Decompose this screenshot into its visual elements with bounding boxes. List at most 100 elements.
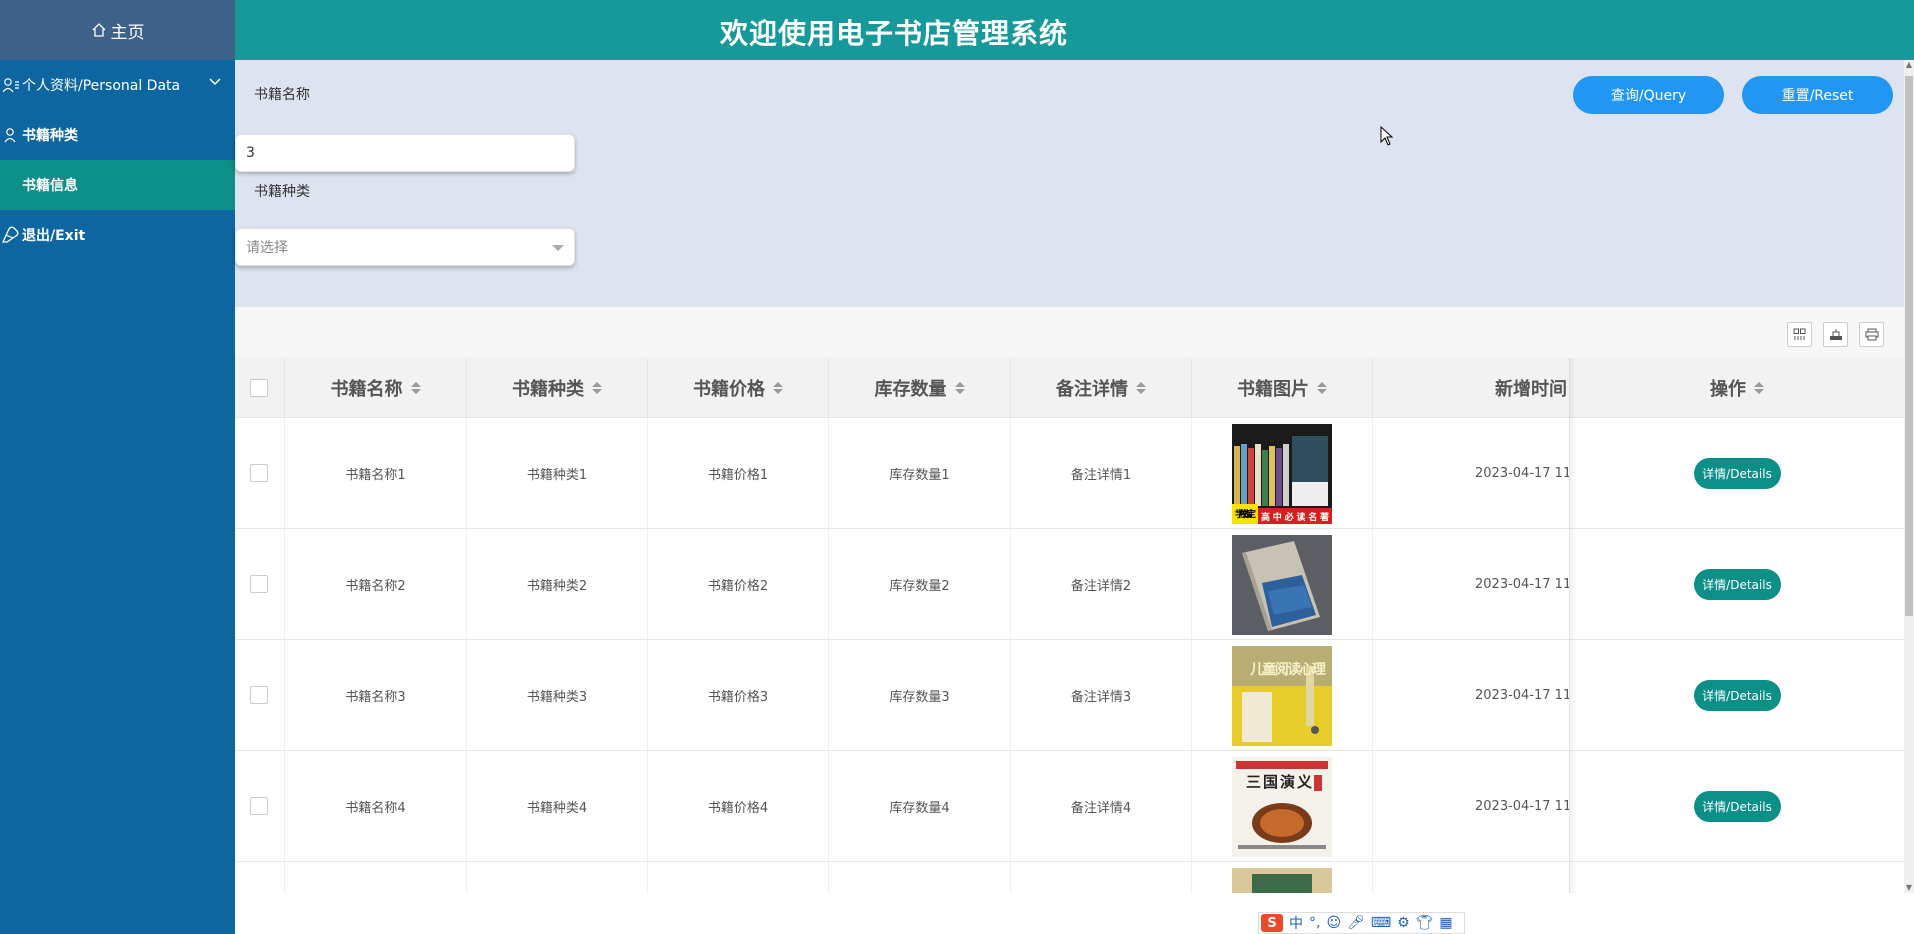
cell-type: 书籍种类4: [466, 751, 647, 862]
reset-button[interactable]: 重置/Reset: [1742, 76, 1893, 114]
ime-language[interactable]: 中: [1289, 913, 1303, 933]
column-header-name[interactable]: 书籍名称: [284, 358, 466, 418]
sidebar-item-personal-data[interactable]: 个人资料/Personal Data: [0, 60, 235, 110]
cell-time: 2023-04-17 11:3: [1372, 751, 1569, 862]
cell-image: 学校指定 高中必读名著: [1191, 418, 1372, 529]
cell-note: 备注详情3: [1010, 640, 1191, 751]
cell-image: 三国演义: [1191, 751, 1372, 862]
microphone-icon[interactable]: 🎤︎: [1347, 915, 1365, 931]
cell-note: 备注详情2: [1010, 529, 1191, 640]
sidebar-item-book-info[interactable]: 书籍信息: [0, 160, 235, 210]
user-icon: [0, 127, 22, 143]
sort-icon[interactable]: [773, 382, 783, 394]
cell-action: 详情/Details: [1569, 418, 1904, 529]
grid-menu-icon[interactable]: ▦: [1439, 915, 1452, 931]
sort-icon[interactable]: [1136, 382, 1146, 394]
table-row: 书籍名称1 书籍种类1 书籍价格1 库存数量1 备注详情1 学校指定 高中必读名…: [235, 418, 1904, 529]
query-button[interactable]: 查询/Query: [1573, 76, 1724, 114]
cell-price: 书籍价格4: [647, 751, 828, 862]
column-header-price[interactable]: 书籍价格: [647, 358, 828, 418]
sort-icon[interactable]: [954, 382, 965, 394]
select-all-checkbox[interactable]: [250, 379, 268, 397]
cell-stock: 库存数量2: [828, 529, 1010, 640]
row-checkbox[interactable]: [250, 797, 268, 815]
details-button[interactable]: 详情/Details: [1693, 569, 1781, 600]
scroll-down-icon[interactable]: ▼: [1904, 883, 1914, 893]
sort-icon[interactable]: [1317, 382, 1327, 394]
cell-stock: 库存数量4: [828, 751, 1010, 862]
cell-type: 书籍种类2: [466, 529, 647, 640]
keyboard-icon[interactable]: ⌨: [1371, 915, 1391, 931]
vertical-scrollbar[interactable]: ▲ ▼: [1904, 60, 1914, 893]
chevron-down-icon: [209, 78, 221, 86]
cell-action: 详情/Details: [1569, 529, 1904, 640]
row-checkbox[interactable]: [250, 686, 268, 704]
home-icon: [92, 23, 105, 37]
cell-price: 书籍价格2: [647, 529, 828, 640]
details-button[interactable]: 详情/Details: [1693, 680, 1781, 711]
book-cover-image[interactable]: [1232, 534, 1332, 635]
cell-note: 备注详情1: [1010, 418, 1191, 529]
cell-type: 书籍种类3: [466, 640, 647, 751]
sidebar-item-book-category[interactable]: 书籍种类: [0, 110, 235, 160]
column-header-image[interactable]: 书籍图片: [1191, 358, 1372, 418]
sort-icon[interactable]: [410, 382, 421, 394]
sidebar-item-label: 个人资料/Personal Data: [22, 78, 181, 94]
export-icon[interactable]: [1823, 322, 1848, 347]
book-name-input[interactable]: 3: [235, 134, 575, 172]
book-cover-image[interactable]: [1232, 868, 1332, 893]
table-row: 书籍名称3 书籍种类3 书籍价格3 库存数量3 备注详情3 儿童阅读心理 202…: [235, 640, 1904, 751]
row-checkbox[interactable]: [250, 464, 268, 482]
column-header-stock[interactable]: 库存数量: [828, 358, 1010, 418]
cell-stock: 库存数量1: [828, 418, 1010, 529]
column-header-time[interactable]: 新增时间: [1372, 358, 1569, 418]
details-button[interactable]: 详情/Details: [1693, 458, 1781, 489]
cell-name: 书籍名称3: [284, 640, 466, 751]
book-type-placeholder: 请选择: [246, 240, 288, 256]
sidebar: 主页 个人资料/Personal Data 书籍种类 书籍信息 退出/Exit: [0, 0, 235, 934]
sogou-logo-icon[interactable]: S: [1261, 914, 1283, 932]
book-name-value: 3: [246, 145, 255, 161]
book-cover-image[interactable]: 学校指定 高中必读名著: [1232, 423, 1332, 524]
column-header-note[interactable]: 备注详情: [1010, 358, 1191, 418]
scrollbar-thumb[interactable]: [1905, 76, 1913, 616]
book-cover-image[interactable]: 儿童阅读心理: [1232, 645, 1332, 746]
column-header-type[interactable]: 书籍种类: [466, 358, 647, 418]
ime-punctuation[interactable]: °,: [1309, 915, 1320, 931]
ime-toolbar: S 中 °, ☺ 🎤︎ ⌨ ⚙ 👕︎ ▦: [1258, 912, 1465, 934]
page-title: 欢迎使用电子书店管理系统: [720, 17, 1069, 50]
cell-price: 书籍价格3: [647, 640, 828, 751]
table-header: 书籍名称 书籍种类 书籍价格 库存数量 备注详情 书籍图片 新增时间 操作: [235, 358, 1904, 418]
details-button[interactable]: 详情/Details: [1693, 791, 1781, 822]
cell-name: 书籍名称1: [284, 418, 466, 529]
book-type-label: 书籍种类: [254, 184, 310, 200]
sort-icon[interactable]: [1754, 382, 1764, 394]
cell-time: 2023-04-17 11:3: [1372, 640, 1569, 751]
app-root: 主页 个人资料/Personal Data 书籍种类 书籍信息 退出/Exit …: [0, 0, 1914, 934]
exit-icon: [0, 226, 22, 244]
cell-name: 书籍名称2: [284, 529, 466, 640]
book-type-select[interactable]: 请选择: [235, 228, 575, 266]
book-name-label: 书籍名称: [254, 87, 310, 103]
cell-image: [1191, 862, 1372, 893]
svg-text:学校指定: 学校指定: [1235, 508, 1257, 520]
home-link[interactable]: 主页: [0, 0, 235, 60]
scroll-up-icon[interactable]: ▲: [1904, 60, 1914, 70]
cell-name: 书籍名称4: [284, 751, 466, 862]
columns-icon[interactable]: [1787, 322, 1812, 347]
books-table: 书籍名称 书籍种类 书籍价格 库存数量 备注详情 书籍图片 新增时间 操作 书籍…: [235, 358, 1904, 893]
book-cover-image[interactable]: 三国演义: [1232, 756, 1332, 857]
cell-stock: 库存数量3: [828, 640, 1010, 751]
svg-text:三国演义: 三国演义: [1246, 773, 1312, 791]
row-checkbox[interactable]: [250, 575, 268, 593]
tools-icon[interactable]: ⚙: [1397, 915, 1410, 931]
table-row: 书籍名称2 书籍种类2 书籍价格2 库存数量2 备注详情2 2023-04-17…: [235, 529, 1904, 640]
skin-icon[interactable]: 👕︎: [1416, 915, 1434, 931]
svg-text:儿童阅读心理: 儿童阅读心理: [1249, 661, 1326, 678]
home-label: 主页: [110, 22, 145, 43]
fixed-column-shadow: [1569, 358, 1577, 893]
print-icon[interactable]: [1859, 322, 1884, 347]
sort-icon[interactable]: [592, 382, 602, 394]
sidebar-item-exit[interactable]: 退出/Exit: [0, 210, 235, 260]
emoji-icon[interactable]: ☺: [1326, 915, 1341, 931]
